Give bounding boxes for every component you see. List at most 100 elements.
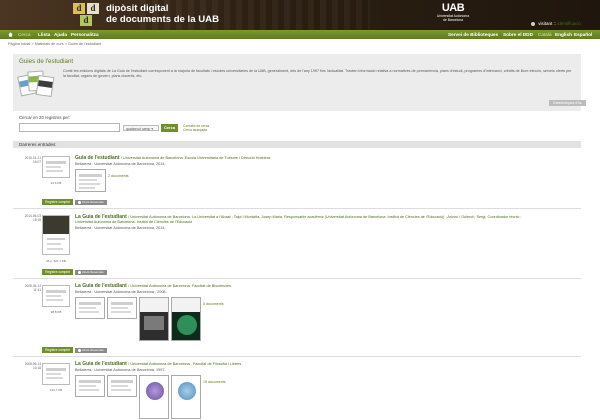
collection-thumbnails: [17, 69, 55, 103]
full-record-button[interactable]: Registre complet: [42, 269, 73, 275]
lang-espanol[interactable]: Español: [574, 30, 592, 39]
chevron-down-icon: ▾: [151, 127, 154, 131]
record-thumbnail[interactable]: [42, 215, 70, 255]
record-title-link[interactable]: Guia de l'estudiant: [75, 155, 120, 161]
record-authors-cont: Universitat Autònoma de Barcelona. Insti…: [75, 220, 193, 224]
main-nav: Cerca Llista Ajuda Personalitza Servei d…: [0, 30, 600, 39]
record-publication: Bellaterra : Universitat Autònoma de Bar…: [75, 368, 166, 372]
logo-letter: d: [80, 15, 92, 26]
record-title-link[interactable]: La Guia de l'estudiant: [75, 361, 127, 367]
record-date-time: 16:07: [33, 160, 41, 164]
login-link[interactable]: identificació: [557, 21, 581, 26]
record-authors: / Universitat Autònoma de Barcelona. La …: [128, 215, 522, 219]
record-authors: / Universitat Autònoma de Barcelona. Esc…: [120, 156, 271, 160]
collection-box: Guies de l'estudiant Conté les edicions …: [13, 54, 586, 111]
search-label: Cercar en 20 registres per:: [19, 115, 71, 120]
collection-title: Guies de l'estudiant: [19, 58, 74, 65]
search-field-value: qualsevol camp: [126, 127, 151, 131]
collection-description: Conté les edicions digitals de La Guia d…: [63, 69, 572, 78]
record-title: La Guia de l'estudiant / Universitat Aut…: [75, 361, 241, 367]
record-publication: Bellaterra : Universitat Autònoma de Bar…: [75, 290, 167, 294]
site-title-line2: de documents de la UAB: [106, 13, 220, 25]
uab-logo-mark: UAB: [441, 2, 465, 14]
record-date-time: 18:18: [33, 218, 41, 222]
document-thumbnail[interactable]: [107, 375, 137, 397]
documents-count-link[interactable]: 15 documents: [203, 380, 226, 384]
uab-logo[interactable]: UAB Universitat Autònoma de Barcelona: [433, 2, 473, 22]
record-date-time: 11:41: [33, 288, 41, 292]
record-size: 133,7 KB: [49, 388, 63, 392]
divider: [13, 208, 581, 209]
record-date: 2008-06-13 10:18: [13, 362, 41, 370]
document-thumbnail[interactable]: [75, 169, 106, 192]
record-size: 12,6 KB: [50, 181, 62, 185]
rights-label: Drets Reservats: [82, 270, 104, 274]
home-icon[interactable]: [8, 32, 13, 37]
divider: [13, 356, 581, 357]
full-record-button[interactable]: Registre complet: [42, 347, 73, 353]
document-thumbnail[interactable]: [171, 297, 201, 341]
nav-item-ajuda[interactable]: Ajuda: [54, 30, 67, 39]
divider: [13, 278, 581, 279]
record-publication: Bellaterra : Universitat Autònoma de Bar…: [75, 226, 166, 230]
rights-badge[interactable]: Drets Reservats: [75, 200, 107, 205]
nav-item-llista[interactable]: Llista: [38, 30, 50, 39]
record-title: Guia de l'estudiant / Universitat Autòno…: [75, 155, 270, 161]
usage-stats-button[interactable]: Estadístiques d'ús: [549, 100, 586, 106]
search-input[interactable]: [19, 123, 120, 132]
document-thumbnail[interactable]: [107, 297, 137, 319]
copyright-icon: [78, 200, 82, 204]
user-label: visitant: [538, 21, 553, 26]
record-size: 98,8 KB: [50, 310, 62, 314]
record-thumbnail[interactable]: [42, 156, 70, 178]
lang-english[interactable]: English: [555, 30, 572, 39]
rights-label: Drets Reservats: [82, 348, 104, 352]
nav-item-sobre-ddd[interactable]: Sobre el DDD: [503, 30, 533, 39]
record-date: 2008-06-13 11:41: [13, 284, 41, 292]
record-thumbnail[interactable]: [42, 285, 70, 307]
documents-count-link[interactable]: 5 documents: [203, 302, 224, 306]
documents-count-link[interactable]: 2 documents: [108, 174, 129, 178]
nav-item-personalitza[interactable]: Personalitza: [71, 30, 99, 39]
record-size: 36 p, 821.7 KB: [46, 259, 66, 263]
site-title[interactable]: dipòsit digital de documents de la UAB: [106, 3, 220, 25]
collection-cover: [35, 74, 55, 98]
logo-letter: d: [87, 3, 99, 14]
rights-badge[interactable]: Drets Reservats: [75, 270, 107, 275]
record-title-link[interactable]: La Guia de l'estudiant: [75, 283, 127, 289]
ddd-logo[interactable]: d d d: [73, 3, 101, 27]
search-button[interactable]: Cerca: [161, 124, 178, 132]
site-header: d d d dipòsit digital de documents de la…: [0, 0, 600, 30]
breadcrumb[interactable]: Pàgina inicial > Materials de curs > Gui…: [8, 42, 101, 46]
rights-label: Drets Reservats: [82, 200, 104, 204]
document-thumbnail[interactable]: [139, 297, 169, 341]
lang-catala[interactable]: Català: [538, 30, 552, 39]
site-title-line1: dipòsit digital: [106, 3, 169, 14]
full-record-button[interactable]: Registre complet: [42, 199, 73, 205]
logo-letter: d: [73, 3, 85, 14]
record-date-time: 10:18: [33, 366, 41, 370]
record-authors: / Universitat Autònoma de Barcelona. Fac…: [128, 284, 231, 288]
nav-item-servei-biblioteques[interactable]: Servei de Biblioteques: [448, 30, 498, 39]
record-thumbnail[interactable]: [42, 363, 70, 385]
recent-entries-header: Darreres entrades:: [13, 141, 581, 148]
record-date: 2014-06-03 18:18: [13, 214, 41, 222]
record-authors: / Universitat Autònoma de Barcelona . Fa…: [128, 362, 242, 366]
user-area: visitant :: identificació: [531, 21, 581, 26]
document-thumbnail[interactable]: [139, 375, 169, 419]
record-date: 2015-01-21 16:07: [13, 156, 41, 164]
copyright-icon: [78, 348, 82, 352]
advanced-search-link[interactable]: Cerca avançada: [183, 128, 209, 132]
record-publication: Bellaterra : Universitat Autònoma de Bar…: [75, 162, 166, 166]
document-thumbnail[interactable]: [75, 375, 105, 397]
nav-item-cerca[interactable]: Cerca: [18, 30, 31, 39]
search-field-select[interactable]: qualsevol camp ▾: [123, 125, 159, 131]
document-thumbnail[interactable]: [171, 375, 201, 419]
search-links: Consells de cerca Cerca avançada: [183, 124, 209, 132]
copyright-icon: [78, 270, 82, 274]
record-title: La Guia de l'estudiant / Universitat Aut…: [75, 283, 231, 289]
uab-logo-sub-line2: de Barcelona: [443, 18, 463, 22]
document-thumbnail[interactable]: [75, 297, 105, 319]
user-icon: [531, 21, 535, 26]
rights-badge[interactable]: Drets Reservats: [75, 348, 107, 353]
